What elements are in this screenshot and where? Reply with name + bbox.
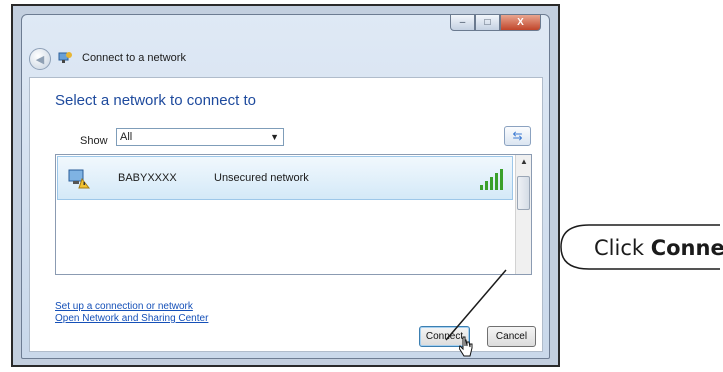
unsecured-network-icon: [68, 169, 91, 189]
callout-prefix: Click: [594, 236, 651, 260]
refresh-icon: ⇆: [512, 129, 523, 143]
setup-connection-link[interactable]: Set up a connection or network: [55, 301, 193, 312]
window-controls: – □ X: [450, 14, 541, 31]
scroll-thumb[interactable]: [517, 176, 530, 210]
page-heading: Select a network to connect to: [55, 92, 256, 109]
chevron-down-icon: ▼: [270, 132, 279, 142]
cancel-button[interactable]: Cancel: [487, 326, 536, 347]
back-button[interactable]: ◀: [29, 48, 51, 70]
screenshot-frame: – □ X ◀ Connect to a network Select a ne…: [11, 4, 560, 367]
scroll-up-icon: ▲: [520, 157, 528, 166]
filter-value: All: [120, 131, 133, 143]
connect-dialog: – □ X ◀ Connect to a network Select a ne…: [21, 14, 550, 359]
back-arrow-icon: ◀: [35, 53, 45, 66]
maximize-button[interactable]: □: [475, 14, 500, 31]
content-pane: Select a network to connect to Show All …: [29, 77, 543, 352]
callout-bold: Connect: [650, 236, 723, 260]
mouse-cursor-icon: [459, 336, 473, 357]
signal-strength-icon: [480, 169, 503, 190]
network-list: BABYXXXX Unsecured network ▲: [55, 154, 532, 275]
sharing-center-link[interactable]: Open Network and Sharing Center: [55, 313, 208, 324]
window-title: Connect to a network: [82, 52, 186, 64]
network-security: Unsecured network: [214, 172, 309, 184]
network-row[interactable]: BABYXXXX Unsecured network: [57, 156, 513, 200]
network-wizard-icon: [58, 52, 72, 63]
show-label: Show: [80, 135, 108, 147]
minimize-button[interactable]: –: [450, 14, 475, 31]
show-filter-select[interactable]: All ▼: [116, 128, 284, 146]
network-ssid: BABYXXXX: [118, 172, 177, 184]
list-scrollbar[interactable]: ▲: [515, 155, 531, 274]
callout-text: Click Connect: [594, 236, 723, 260]
refresh-button[interactable]: ⇆: [504, 126, 531, 146]
close-button[interactable]: X: [500, 14, 541, 31]
